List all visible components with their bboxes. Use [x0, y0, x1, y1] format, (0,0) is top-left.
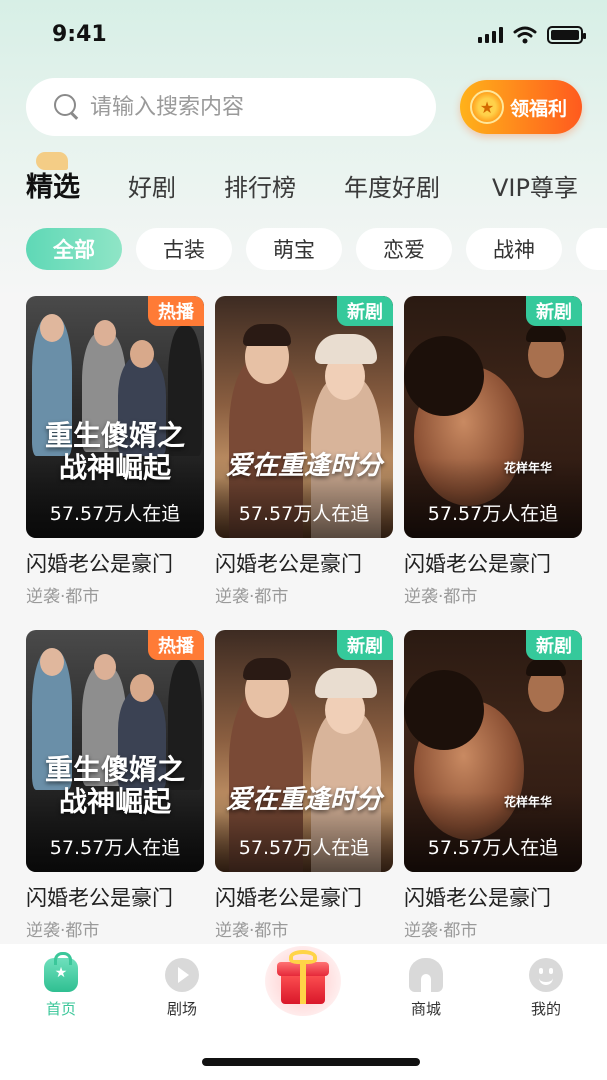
drama-poster[interactable]: 花样年华 新剧 57.57万人在追: [404, 296, 582, 538]
genre-chip-war-god[interactable]: 战神: [466, 228, 562, 270]
follower-count: 57.57万人在追: [49, 837, 181, 859]
welfare-button-label: 领福利: [510, 97, 568, 120]
nav-shop[interactable]: 商城: [386, 958, 466, 1019]
poster-title: 花样年华: [504, 461, 553, 475]
drama-title: 闪婚老公是豪门: [404, 886, 551, 910]
drama-tags: 逆袭·都市: [215, 921, 289, 941]
drama-title: 闪婚老公是豪门: [215, 886, 362, 910]
poster-title: 花样年华: [504, 795, 553, 809]
signal-icon: [478, 27, 503, 43]
drama-title: 闪婚老公是豪门: [404, 552, 551, 576]
follower-count: 57.57万人在追: [238, 503, 370, 525]
drama-poster[interactable]: 重生傻婿之战神崛起 热播 57.57万人在追: [26, 296, 204, 538]
drama-tags: 逆袭·都市: [404, 921, 478, 941]
poster-title: 重生傻婿之战神崛起: [44, 752, 185, 818]
battery-icon: [547, 26, 586, 44]
drama-card[interactable]: 花样年华 新剧 57.57万人在追 闪婚老公是豪门 逆袭·都市: [404, 296, 582, 607]
drama-card[interactable]: 爱在重逢时分 新剧 57.57万人在追 闪婚老公是豪门 逆袭·都市: [215, 630, 393, 941]
follower-count: 57.57万人在追: [427, 837, 559, 859]
drama-poster[interactable]: 爱在重逢时分 新剧 57.57万人在追: [215, 630, 393, 872]
poster-title: 重生傻婿之战神崛起: [44, 418, 185, 484]
status-badge: 热播: [148, 630, 204, 660]
drama-poster[interactable]: 爱在重逢时分 新剧 57.57万人在追: [215, 296, 393, 538]
drama-tags: 逆袭·都市: [404, 587, 478, 607]
nav-home[interactable]: 首页: [21, 952, 101, 1019]
drama-tags: 逆袭·都市: [26, 921, 100, 941]
drama-title: 闪婚老公是豪门: [215, 552, 362, 576]
poster-title: 爱在重逢时分: [225, 785, 382, 815]
search-bar[interactable]: [26, 78, 436, 136]
wifi-icon: [513, 26, 537, 44]
follower-count: 57.57万人在追: [238, 837, 370, 859]
genre-chip-all[interactable]: 全部: [26, 228, 122, 270]
search-input[interactable]: [90, 94, 390, 120]
drama-card[interactable]: 重生傻婿之战神崛起 热播 57.57万人在追 闪婚老公是豪门 逆袭·都市: [26, 630, 204, 941]
drama-tags: 逆袭·都市: [26, 587, 100, 607]
search-icon: [54, 94, 80, 120]
nav-theater[interactable]: 剧场: [142, 958, 222, 1019]
play-icon: [165, 958, 199, 992]
genre-chip-costume[interactable]: 古装: [136, 228, 232, 270]
nav-profile[interactable]: 我的: [506, 958, 586, 1019]
drama-title: 闪婚老公是豪门: [26, 886, 173, 910]
tab-featured[interactable]: 精选: [26, 165, 80, 204]
tab-vip[interactable]: VIP尊享: [492, 168, 578, 203]
welfare-button[interactable]: ★ 领福利: [460, 80, 582, 134]
genre-filter: 全部 古装 萌宝 恋爱 战神 家: [26, 228, 607, 272]
nav-theater-label: 剧场: [166, 1000, 197, 1018]
genre-chip-cute-baby[interactable]: 萌宝: [246, 228, 342, 270]
tab-ranking[interactable]: 排行榜: [224, 168, 296, 203]
coin-icon: ★: [470, 90, 504, 124]
tab-annual-best[interactable]: 年度好剧: [344, 168, 440, 203]
drama-poster[interactable]: 花样年华 新剧 57.57万人在追: [404, 630, 582, 872]
drama-card[interactable]: 重生傻婿之战神崛起 热播 57.57万人在追 闪婚老公是豪门 逆袭·都市: [26, 296, 204, 607]
nav-shop-label: 商城: [410, 1000, 441, 1018]
gift-icon[interactable]: [265, 946, 341, 1016]
status-bar: 9:41: [0, 0, 607, 70]
follower-count: 57.57万人在追: [49, 503, 181, 525]
follower-count: 57.57万人在追: [427, 503, 559, 525]
genre-chip-family[interactable]: 家: [576, 228, 607, 270]
status-badge: 新剧: [337, 630, 393, 660]
drama-poster[interactable]: 重生傻婿之战神崛起 热播 57.57万人在追: [26, 630, 204, 872]
drama-card[interactable]: 爱在重逢时分 新剧 57.57万人在追 闪婚老公是豪门 逆袭·都市: [215, 296, 393, 607]
drama-tags: 逆袭·都市: [215, 587, 289, 607]
status-time: 9:41: [52, 22, 107, 47]
shop-icon: [409, 958, 443, 992]
bag-star-icon: [44, 952, 78, 992]
nav-home-label: 首页: [45, 1000, 76, 1018]
drama-card[interactable]: 花样年华 新剧 57.57万人在追 闪婚老公是豪门 逆袭·都市: [404, 630, 582, 941]
category-tabs: 精选 好剧 排行榜 年度好剧 VIP尊享: [26, 152, 607, 210]
status-badge: 新剧: [337, 296, 393, 326]
status-badge: 新剧: [526, 630, 582, 660]
genre-chip-romance[interactable]: 恋爱: [356, 228, 452, 270]
drama-title: 闪婚老公是豪门: [26, 552, 173, 576]
profile-icon: [529, 958, 563, 992]
home-indicator: [202, 1058, 420, 1066]
status-icons: [478, 26, 586, 44]
tab-good-drama[interactable]: 好剧: [128, 168, 176, 203]
nav-profile-label: 我的: [530, 1000, 561, 1018]
status-badge: 新剧: [526, 296, 582, 326]
poster-title: 爱在重逢时分: [225, 451, 382, 481]
status-badge: 热播: [148, 296, 204, 326]
